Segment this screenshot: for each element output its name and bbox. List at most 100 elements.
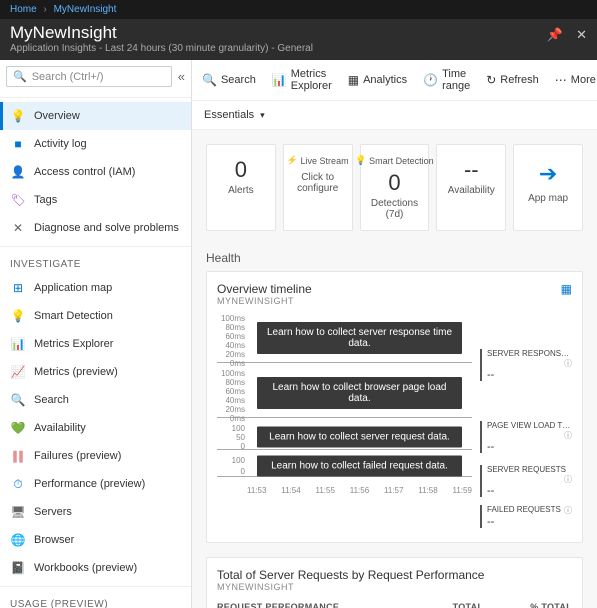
info-icon[interactable]: ⓘ xyxy=(564,505,572,516)
sidebar-item-label: Overview xyxy=(34,110,80,122)
nav-icon: ✕ xyxy=(10,220,26,236)
card-availability[interactable]: -- Availability xyxy=(436,144,506,231)
section-usage: USAGE (PREVIEW) xyxy=(0,591,191,608)
sidebar-item-label: Failures (preview) xyxy=(34,450,121,462)
chart-failed-requests[interactable]: 1000Learn how to collect failed request … xyxy=(217,456,472,477)
chart-server-response-time[interactable]: 100ms80ms60ms40ms20ms0msLearn how to col… xyxy=(217,314,472,363)
chart-page-view-load-time[interactable]: 100ms80ms60ms40ms20ms0msLearn how to col… xyxy=(217,369,472,418)
card-appmap[interactable]: ➔ App map xyxy=(513,144,583,231)
card-livestream[interactable]: ⚡ Live Stream Click to configure xyxy=(283,144,353,231)
sidebar-item-label: Search xyxy=(34,394,69,406)
sidebar-item-label: Performance (preview) xyxy=(34,478,145,490)
sidebar-item-label: Diagnose and solve problems xyxy=(34,222,179,234)
nav-icon: 🌐 xyxy=(10,532,26,548)
nav-icon: ⏱ xyxy=(10,476,26,492)
search-placeholder: Search (Ctrl+/) xyxy=(32,71,104,83)
toolbar-more[interactable]: ⋯More xyxy=(555,73,596,87)
legend-item: FAILED REQUESTS ⓘ-- xyxy=(480,505,572,528)
sidebar-item-browser[interactable]: 🌐 Browser xyxy=(0,526,191,554)
sidebar-item-performance-preview-[interactable]: ⏱ Performance (preview) xyxy=(0,470,191,498)
page-subtitle: Application Insights - Last 24 hours (30… xyxy=(10,43,587,54)
sidebar-item-search[interactable]: 🔍Search xyxy=(0,386,191,414)
info-icon[interactable]: ⓘ xyxy=(564,474,572,485)
table-subtitle: MYNEWINSIGHT xyxy=(217,582,572,592)
kpi-cards: 0 Alerts ⚡ Live Stream Click to configur… xyxy=(192,130,597,245)
pulse-icon: ⚡ xyxy=(287,155,298,166)
metrics-icon: 📊 xyxy=(272,73,287,87)
close-icon[interactable]: ✕ xyxy=(576,27,587,42)
sidebar-item-tags[interactable]: 🏷Tags xyxy=(0,186,191,214)
breadcrumb-home[interactable]: Home xyxy=(10,4,37,15)
card-alerts[interactable]: 0 Alerts xyxy=(206,144,276,231)
chart-overlay[interactable]: Learn how to collect browser page load d… xyxy=(257,377,462,409)
nav-icon: ∥∥ xyxy=(10,448,26,464)
sidebar-item-overview[interactable]: 💡Overview xyxy=(0,102,191,130)
search-input[interactable]: 🔍 Search (Ctrl+/) xyxy=(6,66,172,87)
info-icon[interactable]: ⓘ xyxy=(564,430,572,441)
overview-timeline-panel: Overview timeline MYNEWINSIGHT ▦ 100ms80… xyxy=(206,271,583,543)
card-smart-detection[interactable]: 💡 Smart Detection 0 Detections (7d) xyxy=(360,144,430,231)
appmap-icon: ➔ xyxy=(518,161,578,187)
pin-icon[interactable]: 📌 xyxy=(547,27,563,42)
sidebar-item-failures-preview-[interactable]: ∥∥ Failures (preview) xyxy=(0,442,191,470)
sidebar-item-access-control-iam-[interactable]: 👤Access control (IAM) xyxy=(0,158,191,186)
sidebar-item-diagnose-and-solve-problems[interactable]: ✕ Diagnose and solve problems xyxy=(0,214,191,242)
sidebar: 🔍 Search (Ctrl+/) « 💡Overview■Activity l… xyxy=(0,60,192,608)
nav-icon: 🏷 xyxy=(10,192,26,208)
chart-overlay[interactable]: Learn how to collect server response tim… xyxy=(257,322,462,354)
sidebar-item-metrics-preview-[interactable]: 📈Metrics (preview) xyxy=(0,358,191,386)
breadcrumb: Home › MyNewInsight xyxy=(0,0,597,19)
sidebar-item-workbooks-preview-[interactable]: 📓Workbooks (preview) xyxy=(0,554,191,582)
content-pane: 🔍Search 📊Metrics Explorer ▦Analytics 🕐Ti… xyxy=(192,60,597,608)
sidebar-item-availability[interactable]: 💚Availability xyxy=(0,414,191,442)
sidebar-item-application-map[interactable]: ⊞ Application map xyxy=(0,274,191,302)
refresh-icon: ↻ xyxy=(486,73,496,87)
grid-view-icon[interactable]: ▦ xyxy=(561,282,572,296)
nav-icon: 📊 xyxy=(10,336,26,352)
collapse-sidebar-icon[interactable]: « xyxy=(178,69,185,84)
toolbar-timerange[interactable]: 🕐Time range xyxy=(423,68,470,92)
section-investigate: INVESTIGATE xyxy=(0,251,191,274)
nav-icon: ⊞ xyxy=(10,280,26,296)
sidebar-item-label: Metrics Explorer xyxy=(34,338,113,350)
search-icon: 🔍 xyxy=(202,73,217,87)
breadcrumb-current[interactable]: MyNewInsight xyxy=(54,4,117,15)
nav-icon: 📈 xyxy=(10,364,26,380)
section-health: Health xyxy=(192,245,597,271)
chevron-right-icon: › xyxy=(43,4,46,15)
toolbar-analytics[interactable]: ▦Analytics xyxy=(348,73,407,87)
chart-overlay[interactable]: Learn how to collect server request data… xyxy=(257,426,462,447)
toolbar: 🔍Search 📊Metrics Explorer ▦Analytics 🕐Ti… xyxy=(192,60,597,101)
essentials-toggle[interactable]: Essentials▾ xyxy=(192,101,597,130)
sidebar-item-activity-log[interactable]: ■ Activity log xyxy=(0,130,191,158)
page-title: MyNewInsight xyxy=(10,23,587,43)
legend-item: PAGE VIEW LOAD TIME ⓘ-- xyxy=(480,421,572,453)
table-title: Total of Server Requests by Request Perf… xyxy=(217,568,572,582)
sidebar-item-label: Activity log xyxy=(34,138,87,150)
more-icon: ⋯ xyxy=(555,73,567,87)
chevron-down-icon: ▾ xyxy=(260,110,265,120)
analytics-icon: ▦ xyxy=(348,73,359,87)
toolbar-search[interactable]: 🔍Search xyxy=(202,73,256,87)
nav-icon: 📓 xyxy=(10,560,26,576)
nav-icon: 💡 xyxy=(10,308,26,324)
sidebar-item-smart-detection[interactable]: 💡Smart Detection xyxy=(0,302,191,330)
chart-overlay[interactable]: Learn how to collect failed request data… xyxy=(257,456,462,477)
legend-item: SERVER REQUESTS ⓘ-- xyxy=(480,465,572,497)
sidebar-item-label: Application map xyxy=(34,282,112,294)
bulb-icon: 💡 xyxy=(355,155,366,166)
panel-title: Overview timeline xyxy=(217,282,312,296)
sidebar-item-servers[interactable]: 🖥Servers xyxy=(0,498,191,526)
x-axis: 11:5311:5411:5511:5611:5711:5811:59 xyxy=(247,483,472,495)
sidebar-item-label: Browser xyxy=(34,534,74,546)
toolbar-refresh[interactable]: ↻Refresh xyxy=(486,73,539,87)
toolbar-metrics[interactable]: 📊Metrics Explorer xyxy=(272,68,332,92)
chart-server-requests[interactable]: 100500Learn how to collect server reques… xyxy=(217,424,472,450)
nav-icon: 🖥 xyxy=(10,504,26,520)
nav-icon: ■ xyxy=(10,136,26,152)
sidebar-item-metrics-explorer[interactable]: 📊 Metrics Explorer xyxy=(0,330,191,358)
legend-item: SERVER RESPONSE TI... ⓘ-- xyxy=(480,349,572,381)
clock-icon: 🕐 xyxy=(423,73,438,87)
sidebar-item-label: Access control (IAM) xyxy=(34,166,135,178)
info-icon[interactable]: ⓘ xyxy=(564,358,572,369)
